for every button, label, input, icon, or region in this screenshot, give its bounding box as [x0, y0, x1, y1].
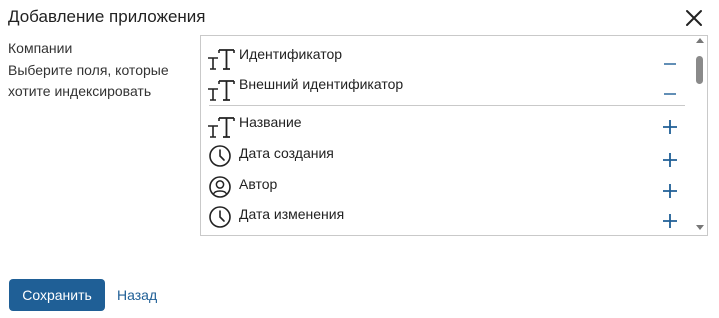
selected-field-row: Идентификатор — [201, 41, 693, 71]
field-label: Автор — [239, 176, 278, 192]
clock-icon — [209, 145, 231, 167]
save-button[interactable]: Сохранить — [9, 279, 105, 311]
field-label: Дата создания — [239, 145, 334, 161]
divider — [209, 105, 685, 106]
field-label: Внешний идентификатор — [239, 76, 404, 92]
plus-icon[interactable] — [661, 212, 679, 230]
text-type-icon — [208, 117, 235, 138]
text-type-icon — [208, 49, 235, 70]
selected-field-row: Внешний идентификатор — [201, 72, 693, 102]
minus-icon[interactable] — [661, 79, 679, 97]
scrollbar[interactable] — [693, 36, 707, 235]
minus-icon[interactable] — [661, 49, 679, 67]
scroll-up-arrow-icon[interactable] — [696, 38, 704, 43]
user-icon — [209, 176, 231, 198]
fields-list: Идентификатор Внешний идентификатор Назв… — [200, 35, 708, 236]
back-link[interactable]: Назад — [117, 287, 157, 303]
plus-icon[interactable] — [661, 151, 679, 169]
available-field-row: Дата создания — [201, 140, 693, 170]
plus-icon[interactable] — [661, 182, 679, 200]
scroll-down-arrow-icon[interactable] — [696, 225, 704, 230]
app-name: Компании — [8, 40, 73, 56]
available-field-row: Название — [201, 109, 693, 139]
scroll-thumb[interactable] — [696, 56, 703, 84]
plus-icon[interactable] — [661, 118, 679, 136]
field-label: Идентификатор — [239, 46, 343, 62]
clock-icon — [207, 232, 235, 236]
field-label: Название — [239, 114, 302, 130]
close-icon[interactable] — [682, 6, 706, 30]
available-field-row: Автор — [201, 171, 693, 201]
clock-icon — [209, 206, 231, 228]
field-label: Дата изменения — [239, 206, 345, 222]
text-type-icon — [208, 80, 235, 101]
available-field-row: Дата изменения — [201, 201, 693, 231]
dialog-title: Добавление приложения — [8, 7, 206, 26]
instruction-text: Выберите поля, которые хотите индексиров… — [8, 62, 169, 99]
left-panel: Компании Выберите поля, которые хотите и… — [8, 38, 193, 102]
